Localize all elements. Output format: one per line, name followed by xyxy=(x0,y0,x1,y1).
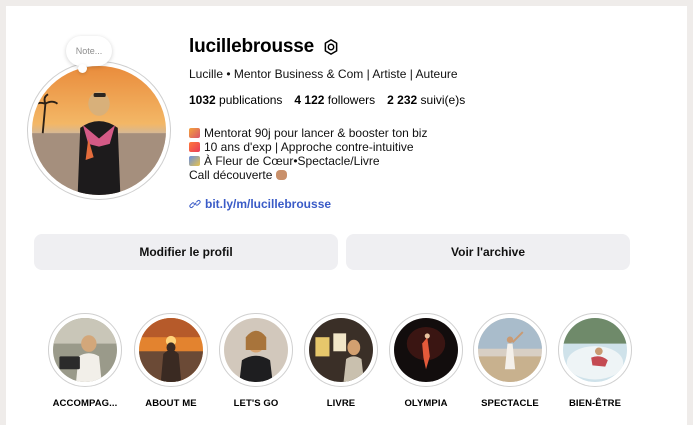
highlight-bien-etre[interactable]: BIEN-ÊTRE xyxy=(557,313,633,409)
theater-icon xyxy=(189,156,200,166)
highlight-cover xyxy=(309,318,373,382)
username: lucillebrousse xyxy=(189,36,314,57)
bio-line: 10 ans d'exp | Approche contre-intuitive xyxy=(189,140,427,154)
full-name: Lucille • Mentor Business & Com | Artist… xyxy=(189,67,458,81)
highlight-livre[interactable]: LIVRE xyxy=(303,313,379,409)
profile-bio: Mentorat 90j pour lancer & booster ton b… xyxy=(189,126,427,182)
highlight-label: OLYMPIA xyxy=(404,398,448,409)
highlight-label: SPECTACLE xyxy=(481,398,539,409)
stat-followers[interactable]: 4 122 followers xyxy=(294,93,375,107)
edit-profile-button[interactable]: Modifier le profil xyxy=(34,234,338,270)
highlight-spectacle[interactable]: SPECTACLE xyxy=(472,313,548,409)
highlight-cover xyxy=(224,318,288,382)
highlight-about-me[interactable]: ABOUT ME xyxy=(133,313,209,409)
view-archive-label: Voir l'archive xyxy=(451,245,525,259)
followers-count: 4 122 xyxy=(294,93,325,107)
publications-label: publications xyxy=(219,93,283,107)
highlight-label: ACCOMPAG... xyxy=(52,398,118,409)
highlight-ring xyxy=(473,313,547,387)
highlight-cover xyxy=(394,318,458,382)
username-row: lucillebrousse xyxy=(189,36,340,58)
bio-line: À Fleur de Cœur•Spectacle/Livre xyxy=(189,154,427,168)
highlight-cover xyxy=(139,318,203,382)
highlight-ring xyxy=(389,313,463,387)
stat-following[interactable]: 2 232 suivi(e)s xyxy=(387,93,465,107)
highlight-cover xyxy=(478,318,542,382)
link-text: bit.ly/m/lucillebrousse xyxy=(205,197,332,211)
note-bubble[interactable]: Note... xyxy=(66,36,112,73)
view-archive-button[interactable]: Voir l'archive xyxy=(346,234,630,270)
edit-profile-label: Modifier le profil xyxy=(139,245,233,259)
highlight-ring xyxy=(304,313,378,387)
highlight-cover xyxy=(563,318,627,382)
sparkle-icon xyxy=(189,142,200,152)
note-text: Note... xyxy=(75,46,103,56)
highlight-label: LET'S GO xyxy=(233,398,279,409)
bio-line: Mentorat 90j pour lancer & booster ton b… xyxy=(189,126,427,140)
gear-icon[interactable] xyxy=(322,38,340,56)
rocket-icon xyxy=(189,128,200,138)
highlight-accompagnement[interactable]: ACCOMPAG... xyxy=(47,313,123,409)
highlight-lets-go[interactable]: LET'S GO xyxy=(218,313,294,409)
highlight-label: LIVRE xyxy=(326,398,356,409)
avatar-photo xyxy=(32,66,166,195)
highlight-olympia[interactable]: OLYMPIA xyxy=(388,313,464,409)
profile-stats: 1032 publications 4 122 followers 2 232 … xyxy=(189,93,465,107)
following-label: suivi(e)s xyxy=(420,93,466,107)
following-count: 2 232 xyxy=(387,93,418,107)
profile-avatar[interactable] xyxy=(27,61,171,200)
bio-line: Call découverte xyxy=(189,168,427,182)
highlight-ring xyxy=(134,313,208,387)
pointing-down-icon xyxy=(275,170,287,180)
link-icon xyxy=(189,199,201,209)
publications-count: 1032 xyxy=(189,93,216,107)
followers-label: followers xyxy=(327,93,376,107)
highlight-label: BIEN-ÊTRE xyxy=(568,398,622,409)
highlight-cover xyxy=(53,318,117,382)
highlight-ring xyxy=(219,313,293,387)
highlight-ring xyxy=(558,313,632,387)
stat-publications[interactable]: 1032 publications xyxy=(189,93,282,107)
profile-link[interactable]: bit.ly/m/lucillebrousse xyxy=(189,197,331,211)
highlight-label: ABOUT ME xyxy=(145,398,197,409)
highlight-ring xyxy=(48,313,122,387)
